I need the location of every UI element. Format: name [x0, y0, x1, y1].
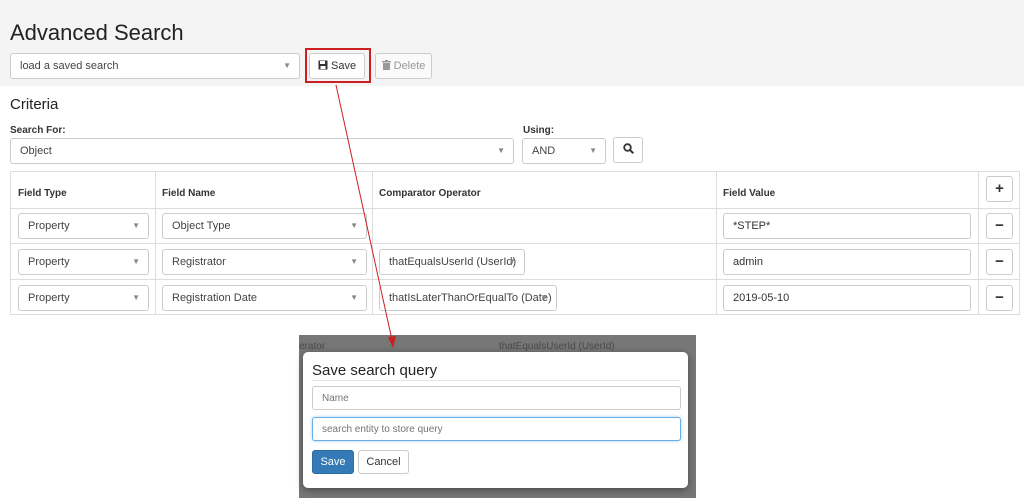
row2-field-type: Property — [28, 256, 70, 268]
row2-field-name-select[interactable]: Registrator ▼ — [162, 249, 367, 275]
row3-field-name: Registration Date — [172, 292, 257, 304]
row1-field-name-select[interactable]: Object Type ▼ — [162, 213, 367, 239]
header-field-type: Field Type — [18, 188, 67, 199]
page-title: Advanced Search — [10, 20, 184, 45]
plus-icon: + — [995, 180, 1004, 197]
header-panel: Advanced Search load a saved search ▼ Sa… — [0, 0, 1024, 86]
chevron-down-icon: ▼ — [508, 257, 516, 266]
modal-cancel-button[interactable]: Cancel — [358, 450, 409, 474]
row2-value-input[interactable]: admin — [723, 249, 971, 275]
row1-field-type: Property — [28, 220, 70, 232]
minus-icon: − — [995, 289, 1004, 306]
row2-remove-button[interactable]: − — [986, 249, 1013, 275]
criteria-title: Criteria — [10, 96, 59, 113]
modal-divider — [312, 380, 680, 381]
row1-field-name: Object Type — [172, 220, 231, 232]
ghost-operator-label: erator — [299, 341, 326, 352]
row3-comparator: thatIsLaterThanOrEqualTo (Date) — [389, 292, 552, 304]
search-icon — [622, 143, 634, 155]
chevron-down-icon: ▼ — [350, 293, 358, 302]
using-label: Using: — [523, 125, 555, 136]
saved-search-select[interactable]: load a saved search ▼ — [10, 53, 300, 79]
row3-value-input[interactable]: 2019-05-10 — [723, 285, 971, 311]
add-row-button[interactable]: + — [986, 176, 1013, 202]
header-field-value: Field Value — [723, 188, 776, 199]
search-for-label: Search For: — [10, 125, 66, 136]
header-field-name: Field Name — [162, 188, 216, 199]
search-for-select[interactable]: Object ▼ — [10, 138, 514, 164]
chevron-down-icon: ▼ — [132, 293, 140, 302]
chevron-down-icon: ▼ — [589, 146, 597, 155]
row1-field-type-select[interactable]: Property ▼ — [18, 213, 149, 239]
row2-comparator: thatEqualsUserId (UserId) — [389, 256, 517, 268]
row3-field-type-select[interactable]: Property ▼ — [18, 285, 149, 311]
modal-title: Save search query — [312, 362, 438, 379]
chevron-down-icon: ▼ — [350, 257, 358, 266]
saved-search-select-value: load a saved search — [20, 60, 119, 72]
minus-icon: − — [995, 253, 1004, 270]
delete-button-label: Delete — [393, 60, 426, 72]
row3-remove-button[interactable]: − — [986, 285, 1013, 311]
name-input[interactable] — [312, 386, 681, 410]
ghost-comparator-select: thatEqualsUserId (UserId) — [499, 341, 615, 352]
using-select[interactable]: AND ▼ — [522, 138, 606, 164]
chevron-down-icon: ▼ — [132, 257, 140, 266]
search-button[interactable] — [613, 137, 643, 163]
row1-value-input[interactable]: *STEP* — [723, 213, 971, 239]
header-comparator: Comparator Operator — [379, 188, 481, 199]
delete-button[interactable]: Delete — [375, 53, 432, 79]
row3-field-type: Property — [28, 292, 70, 304]
chevron-down-icon: ▼ — [132, 221, 140, 230]
modal-save-button[interactable]: Save — [312, 450, 354, 474]
row3-comparator-select[interactable]: thatIsLaterThanOrEqualTo (Date) ▼ — [379, 285, 557, 311]
save-search-modal: Save search query Save Cancel — [303, 352, 688, 488]
chevron-down-icon: ▼ — [497, 146, 505, 155]
criteria-table: Field Type Field Name Comparator Operato… — [10, 171, 1020, 315]
minus-icon: − — [995, 217, 1004, 234]
using-value: AND — [532, 145, 556, 157]
entity-input[interactable] — [312, 417, 681, 441]
row2-comparator-select[interactable]: thatEqualsUserId (UserId) ▼ — [379, 249, 525, 275]
search-for-value: Object — [20, 145, 52, 157]
chevron-down-icon: ▼ — [283, 61, 291, 70]
chevron-down-icon: ▼ — [540, 293, 548, 302]
row2-field-type-select[interactable]: Property ▼ — [18, 249, 149, 275]
row3-field-name-select[interactable]: Registration Date ▼ — [162, 285, 367, 311]
save-button-highlight — [305, 48, 371, 83]
trash-icon — [381, 60, 391, 70]
row1-remove-button[interactable]: − — [986, 213, 1013, 239]
row2-field-name: Registrator — [172, 256, 226, 268]
chevron-down-icon: ▼ — [350, 221, 358, 230]
